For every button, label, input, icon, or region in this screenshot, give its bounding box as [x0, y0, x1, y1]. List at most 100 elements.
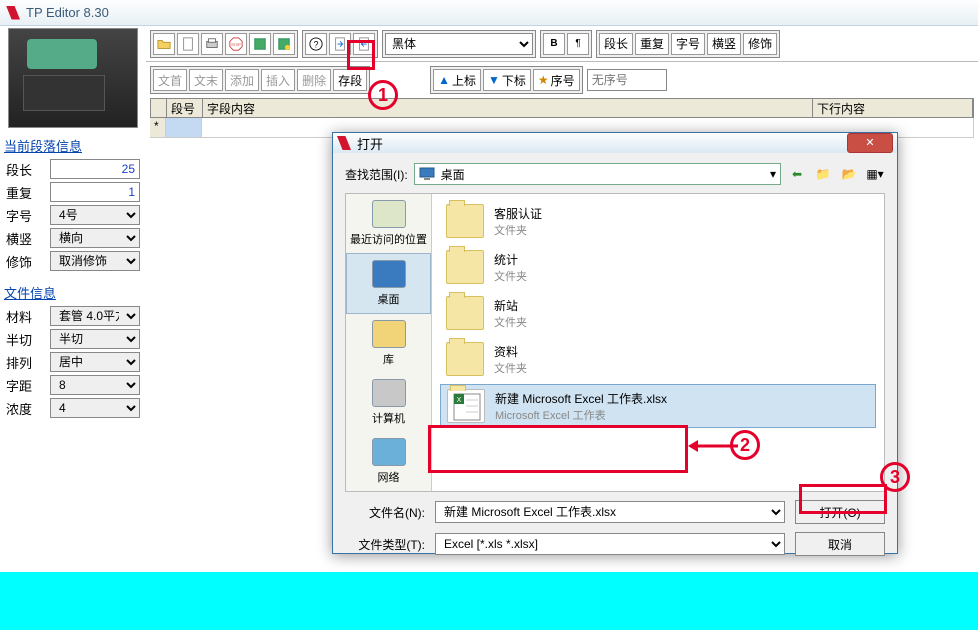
- file-area: 最近访问的位置 桌面 库 计算机 网络 客服认证文件夹 统计文件夹 新站文件夹 …: [345, 193, 885, 492]
- up-icon[interactable]: 📁: [813, 164, 833, 184]
- repeat-input[interactable]: [50, 182, 140, 202]
- toolbar-top: STOP ? 黑体 B ¶ 段长 重复 字号 横竖 修饰: [146, 26, 978, 62]
- orient-label: 横竖: [6, 229, 44, 248]
- align-label: 排列: [6, 353, 44, 372]
- app-title: TP Editor 8.30: [26, 5, 109, 20]
- material-select[interactable]: 套管 4.0平方: [50, 306, 140, 326]
- folder-entry[interactable]: 新站文件夹: [440, 292, 876, 334]
- filetype-label: 文件类型(T):: [345, 536, 425, 553]
- orient-select[interactable]: 横向: [50, 228, 140, 248]
- folder-icon: [446, 250, 484, 284]
- excel-file-icon: X: [447, 389, 485, 423]
- folder-icon: [446, 204, 484, 238]
- font-group: 黑体: [382, 30, 536, 58]
- place-network[interactable]: 网络: [346, 432, 431, 491]
- new-icon[interactable]: [177, 33, 199, 55]
- stop-icon[interactable]: STOP: [225, 33, 247, 55]
- open-button[interactable]: 打开(O): [795, 500, 885, 524]
- align-select[interactable]: 居中: [50, 352, 140, 372]
- section-info-form: 段长 重复 字号 4号 横竖 横向 修饰 取消修饰: [0, 157, 146, 273]
- superscript-button[interactable]: ▲上标: [433, 69, 481, 91]
- dialog-close-button[interactable]: ✕: [847, 133, 893, 153]
- dialog-bottom: 文件名(N): 新建 Microsoft Excel 工作表.xlsx 打开(O…: [345, 492, 885, 556]
- grid-header: 段号 字段内容 下行内容: [150, 98, 974, 118]
- save-icon[interactable]: [249, 33, 271, 55]
- section-info-title: 当前段落信息: [0, 134, 146, 157]
- file-group: STOP: [150, 30, 298, 58]
- file-list: 客服认证文件夹 统计文件夹 新站文件夹 资料文件夹 X 新建 Microsoft…: [432, 194, 884, 491]
- segment-group: 段长 重复 字号 横竖 修饰: [596, 30, 780, 58]
- style-group: B ¶: [540, 30, 592, 58]
- folder-icon: [446, 342, 484, 376]
- folder-entry[interactable]: 资料文件夹: [440, 338, 876, 380]
- col-next: 下行内容: [813, 99, 973, 117]
- dialog-body: 查找范围(I): 桌面 ▾ ⬅ 📁 📂 ▦▾ 最近访问的位置 桌面 库 计算机 …: [333, 153, 897, 564]
- filetype-select[interactable]: Excel [*.xls *.xlsx]: [435, 533, 785, 555]
- back-icon[interactable]: ⬅: [787, 164, 807, 184]
- look-in-combo[interactable]: 桌面 ▾: [414, 163, 781, 185]
- pilcrow-button[interactable]: ¶: [567, 33, 589, 55]
- fontsize-button[interactable]: 字号: [671, 33, 705, 55]
- left-panel: 当前段落信息 段长 重复 字号 4号 横竖 横向 修饰 取消修饰 文件信息 材料…: [0, 26, 146, 630]
- delete-button[interactable]: 删除: [297, 69, 331, 91]
- help-group: ?: [302, 30, 378, 58]
- place-desktop[interactable]: 桌面: [346, 253, 431, 314]
- decor-select[interactable]: 取消修饰: [50, 251, 140, 271]
- places-bar: 最近访问的位置 桌面 库 计算机 网络: [346, 194, 432, 491]
- col-seg: 段号: [167, 99, 203, 117]
- orient-button[interactable]: 横竖: [707, 33, 741, 55]
- font-family-select[interactable]: 黑体: [385, 33, 533, 55]
- saveas-icon[interactable]: [273, 33, 295, 55]
- subscript-button[interactable]: ▼下标: [483, 69, 531, 91]
- place-library[interactable]: 库: [346, 314, 431, 373]
- insert-button[interactable]: 插入: [261, 69, 295, 91]
- seg-len-input[interactable]: [50, 159, 140, 179]
- folder-entry[interactable]: 统计文件夹: [440, 246, 876, 288]
- font-select[interactable]: 4号: [50, 205, 140, 225]
- row-marker: *: [150, 118, 166, 138]
- filename-label: 文件名(N):: [345, 504, 425, 521]
- views-icon[interactable]: ▦▾: [865, 164, 885, 184]
- file-info-form: 材料 套管 4.0平方 半切 半切 排列 居中 字距 8 浓度 4: [0, 304, 146, 420]
- repeat-button[interactable]: 重复: [635, 33, 669, 55]
- dialog-logo-icon: [337, 136, 351, 150]
- material-label: 材料: [6, 307, 44, 326]
- docend-button[interactable]: 文末: [189, 69, 223, 91]
- edit-group: 文首 文末 添加 插入 删除 存段: [150, 66, 370, 94]
- import-icon[interactable]: [329, 33, 351, 55]
- bold-button[interactable]: B: [543, 33, 565, 55]
- density-select[interactable]: 4: [50, 398, 140, 418]
- seq-input[interactable]: [587, 69, 667, 91]
- dialog-titlebar[interactable]: 打开 ✕: [333, 133, 897, 153]
- file-info-title: 文件信息: [0, 281, 146, 304]
- decor-button[interactable]: 修饰: [743, 33, 777, 55]
- saveseg-button[interactable]: 存段: [333, 69, 367, 91]
- density-label: 浓度: [6, 399, 44, 418]
- seglen-button[interactable]: 段长: [599, 33, 633, 55]
- halfcut-select[interactable]: 半切: [50, 329, 140, 349]
- font-label: 字号: [6, 206, 44, 225]
- repeat-label: 重复: [6, 183, 44, 202]
- folder-icon: [446, 296, 484, 330]
- export-icon[interactable]: [353, 33, 375, 55]
- add-button[interactable]: 添加: [225, 69, 259, 91]
- folder-entry[interactable]: 客服认证文件夹: [440, 200, 876, 242]
- seq-button[interactable]: ★序号: [533, 69, 580, 91]
- place-recent[interactable]: 最近访问的位置: [346, 194, 431, 253]
- newfolder-icon[interactable]: 📂: [839, 164, 859, 184]
- open-dialog: 打开 ✕ 查找范围(I): 桌面 ▾ ⬅ 📁 📂 ▦▾ 最近访问的位置 桌面 库…: [332, 132, 898, 554]
- device-preview-image: [8, 28, 138, 128]
- filename-input[interactable]: 新建 Microsoft Excel 工作表.xlsx: [435, 501, 785, 523]
- svg-text:?: ?: [314, 39, 319, 49]
- docstart-button[interactable]: 文首: [153, 69, 187, 91]
- cancel-button[interactable]: 取消: [795, 532, 885, 556]
- print-icon[interactable]: [201, 33, 223, 55]
- file-entry-xlsx[interactable]: X 新建 Microsoft Excel 工作表.xlsxMicrosoft E…: [440, 384, 876, 428]
- help-icon[interactable]: ?: [305, 33, 327, 55]
- place-computer[interactable]: 计算机: [346, 373, 431, 432]
- open-icon[interactable]: [153, 33, 175, 55]
- svg-text:X: X: [457, 397, 462, 404]
- pitch-select[interactable]: 8: [50, 375, 140, 395]
- col-content: 字段内容: [203, 99, 813, 117]
- decor-label: 修饰: [6, 252, 44, 271]
